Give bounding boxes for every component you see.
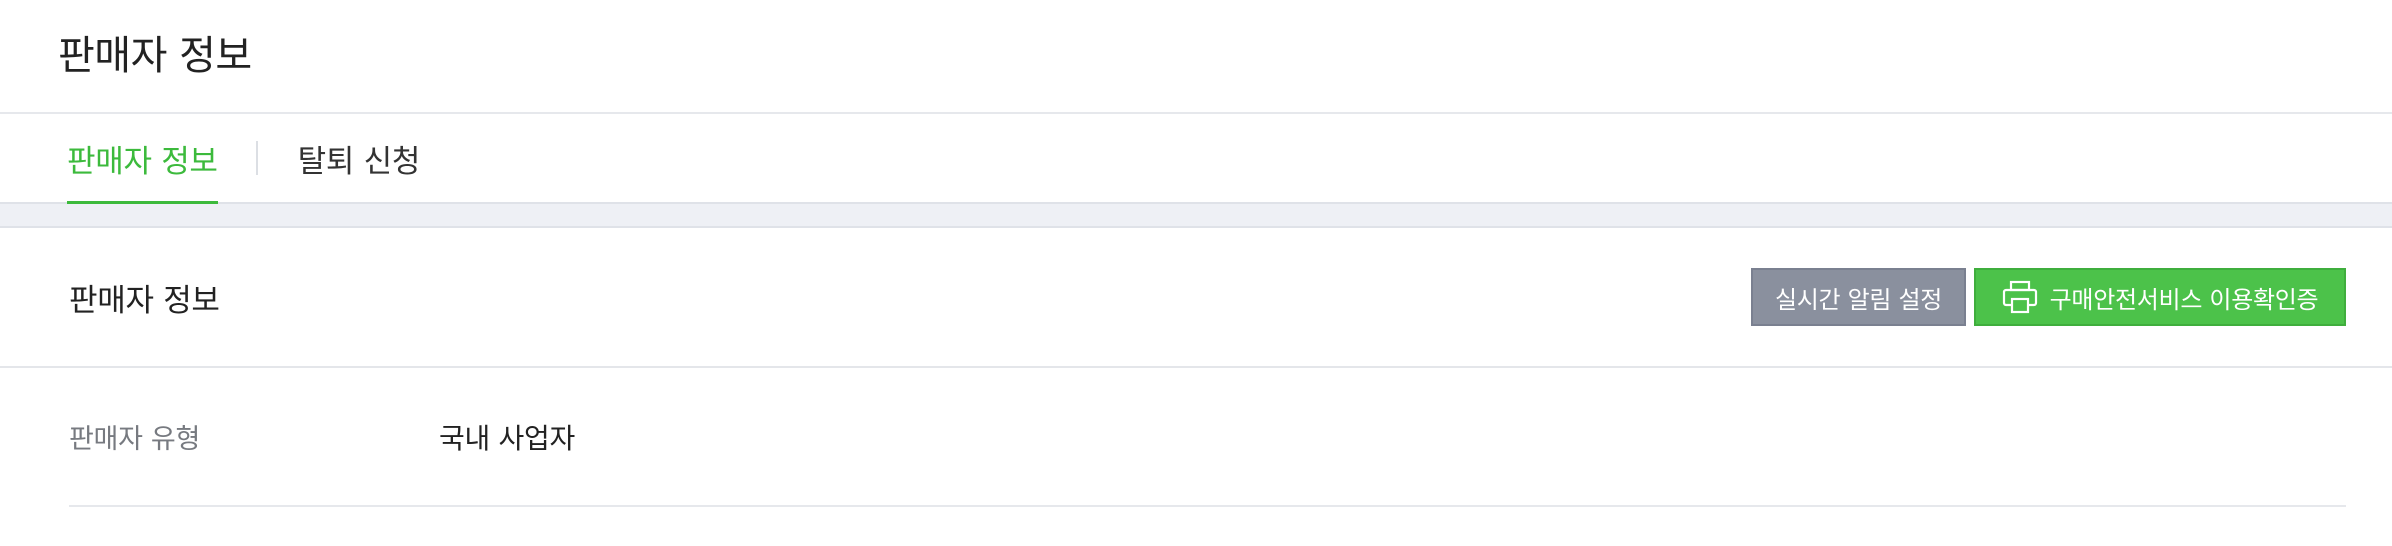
realtime-notification-settings-label: 실시간 알림 설정	[1774, 285, 1943, 314]
seller-type-value: 국내 사업자	[439, 421, 575, 455]
seller-info-page: 판매자 정보 판매자 정보 탈퇴 신청 판매자 정보 실시간 알림 설정 구매안…	[0, 0, 2392, 546]
seller-type-label: 판매자 유형	[69, 424, 200, 455]
page-header: 판매자 정보	[0, 0, 2392, 114]
info-row-seller-type: 판매자 유형 국내 사업자	[69, 368, 2346, 507]
page-title: 판매자 정보	[58, 33, 252, 79]
tab-withdrawal-request[interactable]: 탈퇴 신청	[298, 114, 421, 202]
printer-icon	[2002, 280, 2038, 314]
section-header: 판매자 정보 실시간 알림 설정 구매안전서비스 이용확인증	[0, 228, 2392, 368]
tab-seller-info[interactable]: 판매자 정보	[67, 114, 218, 204]
purchase-safety-certificate-label: 구매안전서비스 이용확인증	[2049, 285, 2319, 314]
section-title: 판매자 정보	[69, 282, 220, 319]
tab-divider	[255, 141, 258, 175]
action-buttons: 실시간 알림 설정 구매안전서비스 이용확인증	[1751, 268, 2346, 326]
purchase-safety-certificate-button[interactable]: 구매안전서비스 이용확인증	[1974, 268, 2346, 326]
realtime-notification-settings-button[interactable]: 실시간 알림 설정	[1751, 268, 1966, 326]
tab-bar: 판매자 정보 탈퇴 신청	[0, 114, 2392, 204]
section-spacer	[0, 204, 2392, 228]
